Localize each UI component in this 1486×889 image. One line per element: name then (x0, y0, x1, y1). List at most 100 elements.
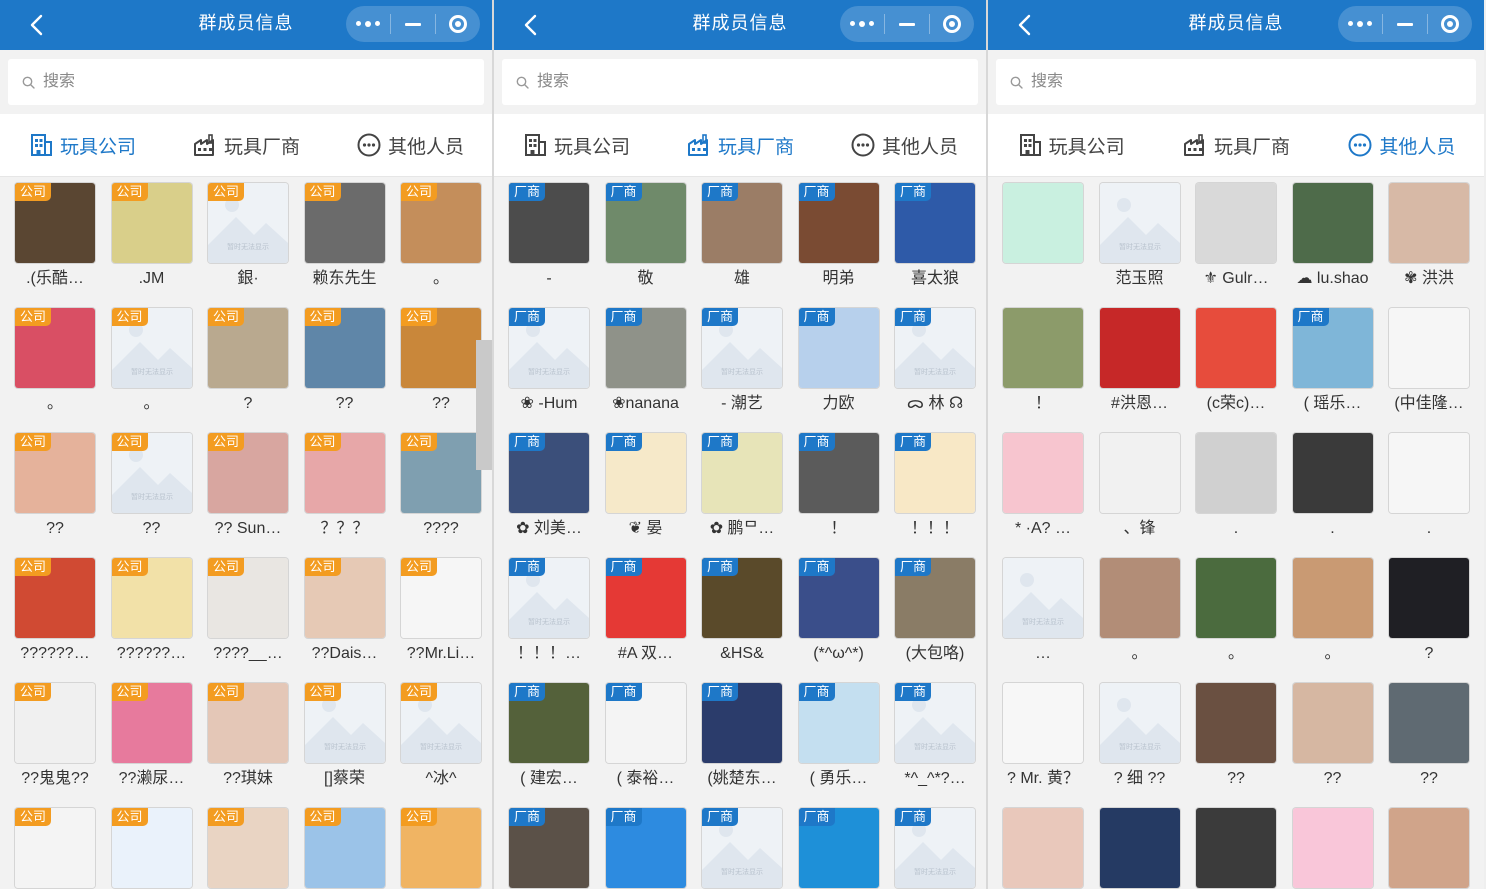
member-item[interactable]: 厂商 &HS& (701, 558, 783, 683)
member-item[interactable] (1002, 183, 1084, 308)
member-item[interactable]: 厂商 (大包咯) (894, 558, 976, 683)
member-item[interactable]: 公司 ????__… (207, 558, 289, 683)
member-item[interactable]: 暂时无法显示 公司。 (111, 308, 193, 433)
close-program-button[interactable] (1428, 6, 1472, 42)
member-item[interactable]: . (1195, 433, 1277, 558)
member-item[interactable]: 厂商 力欧 (798, 308, 880, 433)
member-item[interactable]: 公司 (111, 808, 193, 889)
member-item[interactable]: 公司 .JM (111, 183, 193, 308)
search-input[interactable] (1029, 72, 1413, 92)
member-item[interactable]: 暂时无法显示 厂商 - 潮艺 (701, 308, 783, 433)
member-item[interactable]: 。 (1195, 558, 1277, 683)
member-item[interactable]: 公司 ??鬼鬼?? (14, 683, 96, 808)
member-item[interactable]: 公司 ??濑尿… (111, 683, 193, 808)
tab-toy-company[interactable]: 玩具公司 (988, 114, 1153, 176)
close-program-button[interactable] (930, 6, 974, 42)
member-item[interactable]: 厂商 ！！！ (894, 433, 976, 558)
member-item[interactable]: 厂商 喜太狼 (894, 183, 976, 308)
member-item[interactable]: ? (1388, 558, 1470, 683)
member-item[interactable]: 暂时无法显示 厂商 ᯅ 林 ☊ (894, 308, 976, 433)
member-item[interactable]: 公司???? (400, 433, 482, 558)
tab-toy-factory[interactable]: 玩具厂商 (658, 114, 822, 176)
more-options-button[interactable] (346, 6, 390, 42)
member-item[interactable]: 。 (1292, 558, 1374, 683)
member-item[interactable]: #洪恩… (1099, 308, 1181, 433)
member-item[interactable]: ！ (1002, 308, 1084, 433)
member-item[interactable]: 暂时无法显示 厂商 (894, 808, 976, 889)
member-item[interactable]: 公司。 (400, 183, 482, 308)
member-item[interactable]: 公司 (400, 808, 482, 889)
member-item[interactable]: 暂时无法显示 公司 []蔡荣 (304, 683, 386, 808)
member-item[interactable]: ?? (1292, 683, 1374, 808)
member-item[interactable]: 厂商 ( 建宏… (508, 683, 590, 808)
member-item[interactable]: 公司 ?? Sun… (207, 433, 289, 558)
scrollbar-thumb[interactable] (476, 340, 492, 470)
member-item[interactable]: (中佳隆… (1388, 308, 1470, 433)
search-box[interactable] (996, 59, 1476, 105)
member-item[interactable]: 暂时无法显示 范玉照 (1099, 183, 1181, 308)
minimize-button[interactable] (885, 6, 929, 42)
member-item[interactable]: 公司 ??????… (14, 558, 96, 683)
member-item[interactable]: 暂时无法显示 公司 銀· (207, 183, 289, 308)
member-item[interactable]: ⚜ Gulr… (1195, 183, 1277, 308)
member-item[interactable] (1292, 808, 1374, 889)
member-item[interactable] (1002, 808, 1084, 889)
member-item[interactable]: (ᴄ荣ᴄ)… (1195, 308, 1277, 433)
member-item[interactable]: 。 (1099, 558, 1181, 683)
back-button[interactable] (516, 10, 546, 40)
member-item[interactable]: 厂商 ( 勇乐… (798, 683, 880, 808)
tab-toy-factory[interactable]: 玩具厂商 (1153, 114, 1318, 176)
member-item[interactable]: 公司 (14, 808, 96, 889)
member-item[interactable]: 公司 ??琪妹 (207, 683, 289, 808)
search-box[interactable] (502, 59, 978, 105)
more-options-button[interactable] (1338, 6, 1382, 42)
member-item[interactable]: 暂时无法显示 公司 ^冰^ (400, 683, 482, 808)
member-item[interactable]: 厂商 ( 泰裕… (605, 683, 687, 808)
member-item[interactable]: 厂商雄 (701, 183, 783, 308)
minimize-button[interactable] (1383, 6, 1427, 42)
member-item[interactable]: 公司 .(乐酷… (14, 183, 96, 308)
search-input[interactable] (535, 72, 919, 92)
tab-other-members[interactable]: 其他人员 (1319, 114, 1484, 176)
member-item[interactable]: 公司 (207, 808, 289, 889)
back-button[interactable] (1010, 10, 1040, 40)
member-item[interactable]: ? Mr. 黄？ (1002, 683, 1084, 808)
member-item[interactable]: . (1292, 433, 1374, 558)
tab-other-members[interactable]: 其他人员 (328, 114, 492, 176)
member-item[interactable]: 厂商 (798, 808, 880, 889)
member-item[interactable]: 暂时无法显示 厂商 *^_^*?… (894, 683, 976, 808)
member-item[interactable]: 厂商 ❦ 晏 (605, 433, 687, 558)
search-input[interactable] (41, 72, 425, 92)
member-item[interactable]: 厂商 ✿ 刘美… (508, 433, 590, 558)
member-item[interactable]: 公司?? (304, 308, 386, 433)
member-item[interactable]: 厂商 (姚楚东… (701, 683, 783, 808)
close-program-button[interactable] (436, 6, 480, 42)
member-item[interactable]: 公司 ??Mr.Li… (400, 558, 482, 683)
member-item[interactable]: 厂商 ✿ 鹏ᄆ… (701, 433, 783, 558)
tab-toy-factory[interactable]: 玩具厂商 (164, 114, 328, 176)
minimize-button[interactable] (391, 6, 435, 42)
member-item[interactable]: 厂商 (*^ω^*) (798, 558, 880, 683)
member-item[interactable]: 暂时无法显示 厂商 ！！！… (508, 558, 590, 683)
member-item[interactable]: 暂时无法显示 厂商 ❀ -Hum (508, 308, 590, 433)
tab-toy-company[interactable]: 玩具公司 (494, 114, 658, 176)
member-item[interactable]: ✾ 洪洪 (1388, 183, 1470, 308)
member-item[interactable]: 暂时无法显示 公司?? (111, 433, 193, 558)
member-item[interactable]: 暂时无法显示 ? 细 ?? (1099, 683, 1181, 808)
member-item[interactable]: 厂商 ！ (798, 433, 880, 558)
member-item[interactable]: ?? (1388, 683, 1470, 808)
member-item[interactable]: . (1388, 433, 1470, 558)
back-button[interactable] (22, 10, 52, 40)
member-item[interactable]: ☁ lu.shao (1292, 183, 1374, 308)
member-item[interactable]: 公司? (207, 308, 289, 433)
member-item[interactable]: 厂商 ( 瑶乐… (1292, 308, 1374, 433)
tab-toy-company[interactable]: 玩具公司 (0, 114, 164, 176)
member-item[interactable]: 公司 ??Dais… (304, 558, 386, 683)
member-item[interactable]: 厂商 (605, 808, 687, 889)
member-item[interactable]: 厂商 #A 双… (605, 558, 687, 683)
member-item[interactable]: 公司?? (14, 433, 96, 558)
member-item[interactable]: 公司 ??????… (111, 558, 193, 683)
member-item[interactable]: 暂时无法显示 厂商 (701, 808, 783, 889)
member-item[interactable]: * ·A? … (1002, 433, 1084, 558)
member-item[interactable] (1388, 808, 1470, 889)
